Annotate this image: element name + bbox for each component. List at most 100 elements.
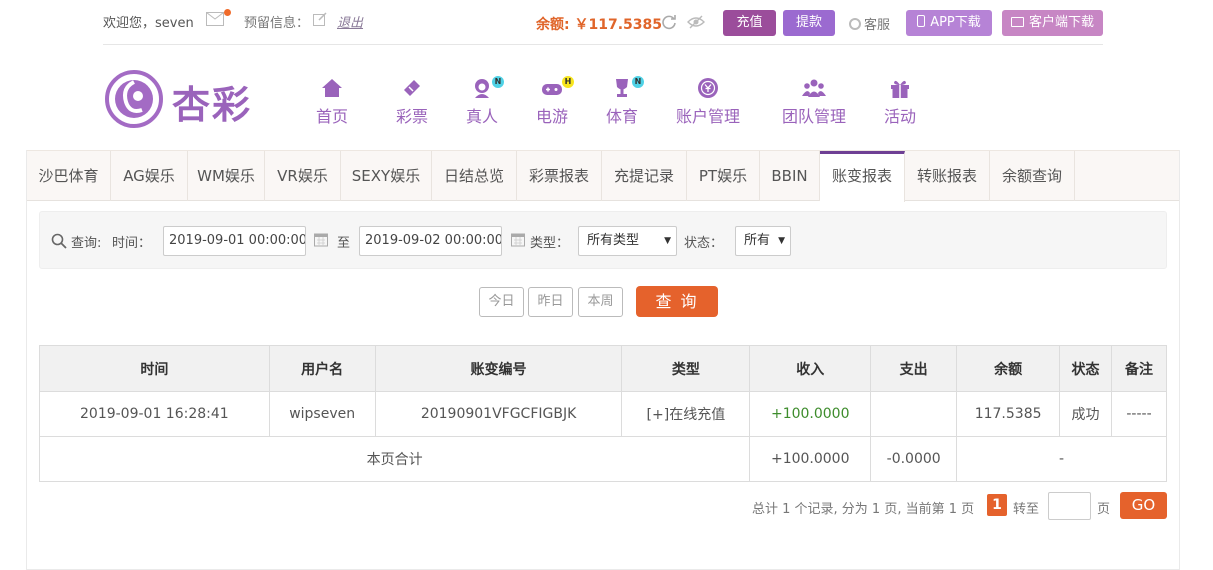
trophy-icon [616,79,628,97]
home-icon [322,79,342,97]
nav-egames[interactable]: H 电游 [517,72,587,127]
cell-income: +100.0000 [749,391,872,437]
search-icon [51,233,67,249]
nav-promotions[interactable]: 活动 [867,72,933,127]
nav-label: 彩票 [395,107,428,126]
service-icon [849,18,861,30]
welcome-text: 欢迎您，seven [103,12,194,31]
report-tabs: 沙巴体育 AG娱乐 WM娱乐 VR娱乐 SEXY娱乐 日结总览 彩票报表 充提记… [27,150,1179,202]
cell-change-id: 20190901VFGCFIGBJK [374,391,623,437]
nav-account[interactable]: 账户管理 [657,72,759,127]
goto-page-input[interactable] [1048,492,1091,520]
summary-expense: -0.0000 [870,436,958,482]
balance-display: 余额: ￥117.5385 [536,17,662,33]
col-balance: 余额 [956,345,1061,392]
calendar-icon[interactable] [314,232,328,247]
tab-bbin[interactable]: BBIN [760,151,820,201]
col-remark: 备注 [1111,345,1167,392]
nav-team[interactable]: 团队管理 [761,72,867,127]
summary-row: 本页合计 +100.0000 -0.0000 - [38,436,1167,482]
client-download-label: 客户端下载 [1028,15,1094,30]
logout-link[interactable]: 退出 [337,12,363,31]
table-row: 2019-09-01 16:28:41 wipseven 20190901VFG… [39,391,1167,437]
tab-sexy[interactable]: SEXY娱乐 [341,151,432,201]
phone-icon [917,15,926,27]
refresh-icon[interactable] [661,14,677,30]
new-badge: N [492,76,504,88]
this-week-button[interactable]: 本周 [578,287,623,317]
mail-icon[interactable] [206,12,224,26]
end-time-input[interactable]: 2019-09-02 00:00:00 [359,226,502,256]
live-dealer-icon [475,79,489,98]
edit-icon[interactable] [313,12,327,26]
account-change-table: 时间 用户名 账变编号 类型 收入 支出 余额 状态 备注 2019-09-01… [38,345,1167,482]
nav-label: 账户管理 [675,107,740,126]
nav-label: 活动 [883,107,916,126]
query-label: 查询: [71,236,102,251]
tab-balance-query[interactable]: 余额查询 [990,151,1075,201]
status-label: 状态： [684,236,724,251]
to-label: 至 [337,236,351,251]
nav-lottery[interactable]: 彩票 [377,72,447,127]
hide-balance-icon[interactable] [687,14,705,30]
recharge-button[interactable]: 充值 [723,10,776,36]
type-label: 类型： [530,236,570,251]
site-logo[interactable]: 杏彩 [104,68,254,130]
yesterday-button[interactable]: 昨日 [528,287,573,317]
hot-badge: H [562,76,574,88]
tab-vr[interactable]: VR娱乐 [265,151,341,201]
team-icon [802,79,826,97]
today-button[interactable]: 今日 [479,287,524,317]
customer-service-link[interactable]: 客服 [849,14,890,33]
goto-label: 转至 [1013,502,1040,517]
tab-transfer-report[interactable]: 转账报表 [905,151,990,201]
welcome-prefix: 欢迎您， [103,16,156,31]
tab-ag[interactable]: AG娱乐 [111,151,188,201]
tab-wm[interactable]: WM娱乐 [188,151,265,201]
cell-status: 成功 [1059,391,1112,437]
pager-summary: 总计 1 个记录, 分为 1 页, 当前第 1 页 [752,502,975,517]
current-page-button[interactable]: 1 [987,494,1007,516]
tab-saba-sports[interactable]: 沙巴体育 [27,151,111,201]
col-username: 用户名 [268,345,376,392]
calendar-icon[interactable] [511,232,525,247]
start-time-input[interactable]: 2019-09-01 00:00:00 [163,226,306,256]
col-income: 收入 [749,345,872,392]
username: seven [155,16,194,31]
tab-daily-overview[interactable]: 日结总览 [432,151,517,201]
withdraw-button[interactable]: 提款 [783,10,835,36]
account-yen-icon [698,78,718,98]
nav-sports[interactable]: N 体育 [587,72,657,127]
go-button[interactable]: GO [1120,492,1167,519]
cell-username: wipseven [268,391,376,437]
nav-label: 电游 [535,107,568,126]
query-button[interactable]: 查 询 [636,286,718,317]
type-select-value: 所有类型 [587,233,640,248]
app-download-label: APP下载 [930,15,981,30]
main-nav: 首页 彩票 N 真人 H 电游 N 体育 账户管理 团队管理 活动 [307,72,933,127]
tab-account-changes[interactable]: 账变报表 [820,151,905,202]
table-header-row: 时间 用户名 账变编号 类型 收入 支出 余额 状态 备注 [39,345,1167,392]
col-change-id: 账变编号 [374,345,623,392]
col-status: 状态 [1059,345,1112,392]
cell-remark: ----- [1111,391,1167,437]
monitor-icon [1010,17,1024,27]
tab-lottery-report[interactable]: 彩票报表 [517,151,602,201]
cell-expense [870,391,958,437]
cell-type: [+]在线充值 [621,391,751,437]
col-type: 类型 [621,345,751,392]
reserve-info-label: 预留信息： [244,16,310,31]
type-select[interactable]: 所有类型 ▼ [578,226,677,256]
status-select[interactable]: 所有 ▼ [735,226,791,256]
col-time: 时间 [39,345,270,392]
logo-text: 杏彩 [172,83,253,127]
lottery-ticket-icon [404,80,420,96]
tab-deposit-withdraw[interactable]: 充提记录 [602,151,687,201]
nav-home[interactable]: 首页 [307,72,357,127]
client-download-button[interactable]: 客户端下载 [1002,10,1103,36]
tab-pt[interactable]: PT娱乐 [687,151,760,201]
time-label: 时间： [112,236,152,251]
nav-live[interactable]: N 真人 [447,72,517,127]
app-download-button[interactable]: APP下载 [906,10,992,36]
gift-icon [891,80,909,98]
